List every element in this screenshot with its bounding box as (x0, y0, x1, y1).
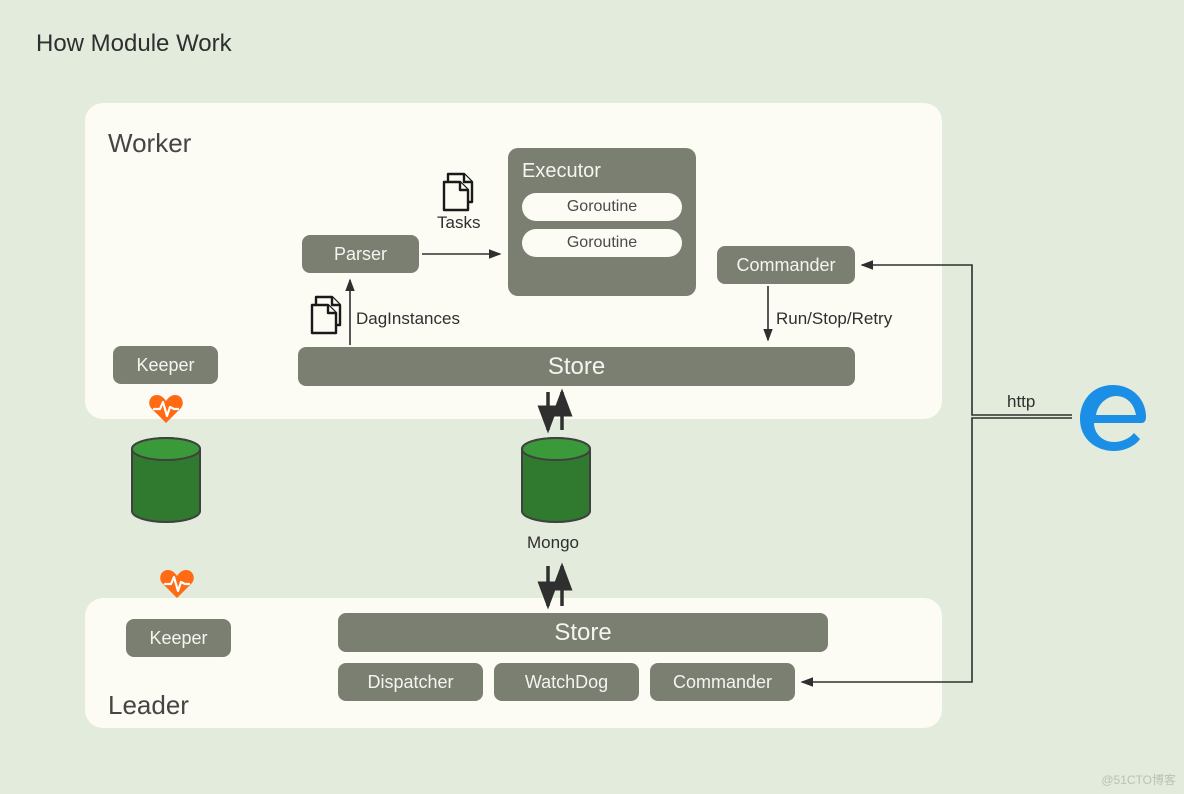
watchdog-label: WatchDog (525, 672, 608, 693)
worker-commander-label: Commander (736, 255, 835, 276)
heartbeat-icon (148, 393, 184, 430)
executor-label: Executor (522, 160, 682, 183)
leader-store-box: Store (338, 613, 828, 652)
watermark: @51CTO博客 (1101, 771, 1176, 788)
heartbeat-icon (159, 568, 195, 605)
dispatcher-box: Dispatcher (338, 663, 483, 701)
executor-box: Executor Goroutine Goroutine (508, 148, 696, 296)
mongo-label: Mongo (527, 533, 579, 553)
worker-store-label: Store (548, 353, 605, 381)
page-title: How Module Work (36, 30, 232, 58)
dispatcher-label: Dispatcher (367, 672, 453, 693)
worker-keeper-box: Keeper (113, 346, 218, 384)
goroutine-item: Goroutine (522, 229, 682, 257)
worker-keeper-label: Keeper (136, 355, 194, 376)
leader-commander-label: Commander (673, 672, 772, 693)
watchdog-box: WatchDog (494, 663, 639, 701)
parser-box: Parser (302, 235, 419, 273)
leader-label: Leader (108, 690, 189, 721)
leader-keeper-box: Keeper (126, 619, 231, 657)
parser-label: Parser (334, 244, 387, 265)
database-icon (127, 437, 205, 530)
leader-keeper-label: Keeper (149, 628, 207, 649)
database-icon (517, 437, 595, 530)
edge-browser-icon (1074, 379, 1152, 462)
documents-icon (438, 172, 484, 219)
worker-label: Worker (108, 128, 191, 159)
worker-commander-box: Commander (717, 246, 855, 284)
documents-icon (306, 295, 352, 342)
goroutine-item: Goroutine (522, 193, 682, 221)
run-stop-retry-label: Run/Stop/Retry (776, 309, 892, 329)
leader-store-label: Store (554, 619, 611, 647)
dag-instances-label: DagInstances (356, 309, 460, 329)
http-label: http (1007, 392, 1035, 412)
leader-commander-box: Commander (650, 663, 795, 701)
worker-store-box: Store (298, 347, 855, 386)
